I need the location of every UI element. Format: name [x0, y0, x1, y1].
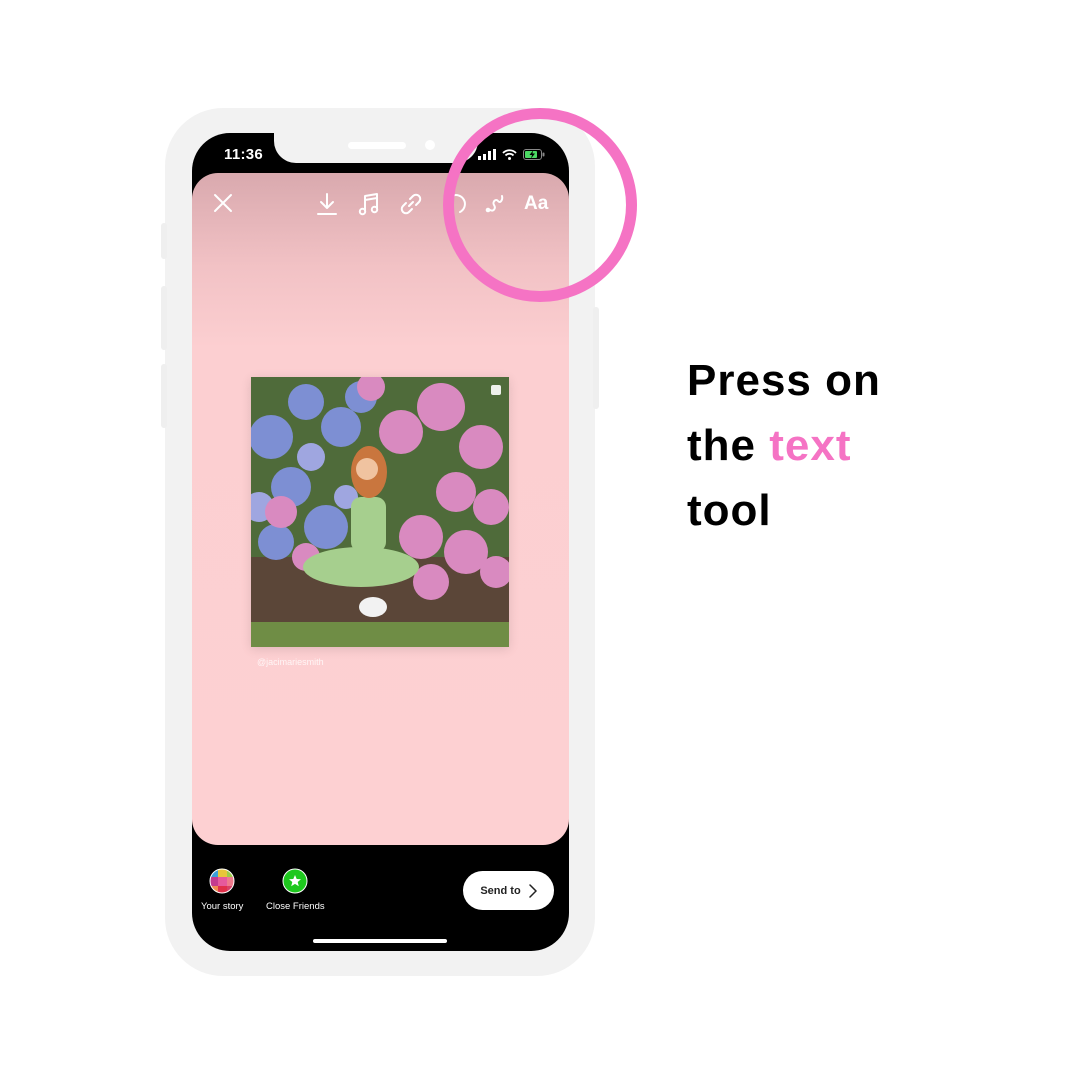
close-friends-button[interactable]: Close Friends — [266, 868, 325, 912]
hydrangea-photo — [251, 377, 509, 647]
power-button — [593, 307, 599, 409]
download-button[interactable] — [316, 192, 338, 216]
close-icon — [214, 194, 232, 212]
highlight-circle — [443, 108, 637, 302]
shared-post-image[interactable] — [251, 377, 509, 647]
music-icon — [358, 193, 379, 216]
music-button[interactable] — [357, 192, 381, 216]
send-to-button[interactable]: Send to — [463, 871, 554, 910]
your-story-label: Your story — [201, 901, 244, 912]
close-friends-label: Close Friends — [266, 901, 325, 912]
front-camera — [425, 140, 435, 150]
link-button[interactable] — [399, 192, 423, 216]
caption-line-2: the text — [687, 413, 881, 478]
your-story-icon — [209, 868, 235, 894]
caption-line-3: tool — [687, 486, 772, 535]
close-friends-star-icon — [282, 868, 308, 894]
caption-line-1: Press on — [687, 356, 881, 405]
speaker — [348, 142, 406, 149]
status-time: 11:36 — [224, 146, 264, 163]
volume-up-button — [161, 286, 167, 350]
caption-line-2-prefix: the — [687, 421, 770, 470]
post-credit: @jacimariesmith — [257, 657, 324, 667]
your-story-button[interactable]: Your story — [201, 868, 243, 912]
close-button[interactable] — [212, 192, 234, 214]
chevron-right-icon — [528, 883, 537, 898]
caption-highlight-word: text — [769, 421, 852, 470]
home-indicator — [313, 939, 447, 943]
link-icon — [400, 193, 422, 215]
download-icon — [317, 193, 337, 215]
instruction-caption: Press on the text tool — [687, 348, 881, 543]
silent-switch — [161, 223, 167, 259]
send-to-label: Send to — [480, 884, 521, 897]
volume-down-button — [161, 364, 167, 428]
